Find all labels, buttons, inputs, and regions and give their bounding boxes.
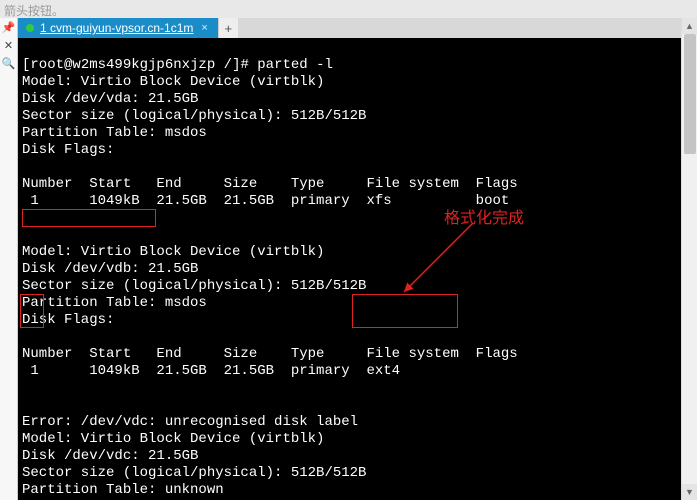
vda-sector: Sector size (logical/physical): 512B/512…: [22, 108, 366, 124]
vdb-row: 1 1049kB 21.5GB 21.5GB primary ext4: [22, 363, 400, 379]
left-sidebar: 📌 ✕ 🔍: [0, 18, 18, 500]
vdb-disk: Disk /dev/vdb: 21.5GB: [22, 261, 198, 277]
prompt-line: [root@w2ms499kgjp6nxjzp /]# parted -l: [22, 57, 333, 73]
pin-icon[interactable]: 📌: [2, 20, 16, 34]
vdc-error: Error: /dev/vdc: unrecognised disk label: [22, 414, 358, 430]
vdb-model: Model: Virtio Block Device (virtblk): [22, 244, 324, 260]
vdb-header: Number Start End Size Type File system F…: [22, 346, 518, 362]
vda-ptable: Partition Table: msdos: [22, 125, 207, 141]
tab-add-button[interactable]: +: [218, 18, 238, 38]
scroll-thumb[interactable]: [684, 34, 696, 154]
vda-row: 1 1049kB 21.5GB 21.5GB primary xfs boot: [22, 193, 509, 209]
vdb-ptable: Partition Table: msdos: [22, 295, 207, 311]
vdc-disk: Disk /dev/vdc: 21.5GB: [22, 448, 198, 464]
terminal-output[interactable]: [root@w2ms499kgjp6nxjzp /]# parted -l Mo…: [18, 38, 681, 500]
scroll-up-icon[interactable]: ▲: [682, 18, 697, 34]
close-icon[interactable]: ✕: [2, 38, 16, 52]
vdb-flags: Disk Flags:: [22, 312, 114, 328]
vdc-sector: Sector size (logical/physical): 512B/512…: [22, 465, 366, 481]
vertical-scrollbar[interactable]: ▲ ▼: [681, 18, 697, 500]
vdb-sector: Sector size (logical/physical): 512B/512…: [22, 278, 366, 294]
status-dot-icon: [26, 24, 34, 32]
tab-close-icon[interactable]: ×: [199, 22, 209, 34]
vdc-ptable: Partition Table: unknown: [22, 482, 224, 498]
vda-flags: Disk Flags:: [22, 142, 114, 158]
vda-model: Model: Virtio Block Device (virtblk): [22, 74, 324, 90]
search-icon[interactable]: 🔍: [2, 56, 16, 70]
vda-header: Number Start End Size Type File system F…: [22, 176, 518, 192]
scroll-down-icon[interactable]: ▼: [682, 484, 697, 500]
tab-session-1[interactable]: 1 cvm-guiyun-vpsor.cn-1c1m ×: [18, 18, 218, 38]
vdc-model: Model: Virtio Block Device (virtblk): [22, 431, 324, 447]
vda-disk: Disk /dev/vda: 21.5GB: [22, 91, 198, 107]
tab-title: 1 cvm-guiyun-vpsor.cn-1c1m: [40, 21, 193, 35]
tab-bar: 1 cvm-guiyun-vpsor.cn-1c1m × +: [18, 18, 681, 38]
